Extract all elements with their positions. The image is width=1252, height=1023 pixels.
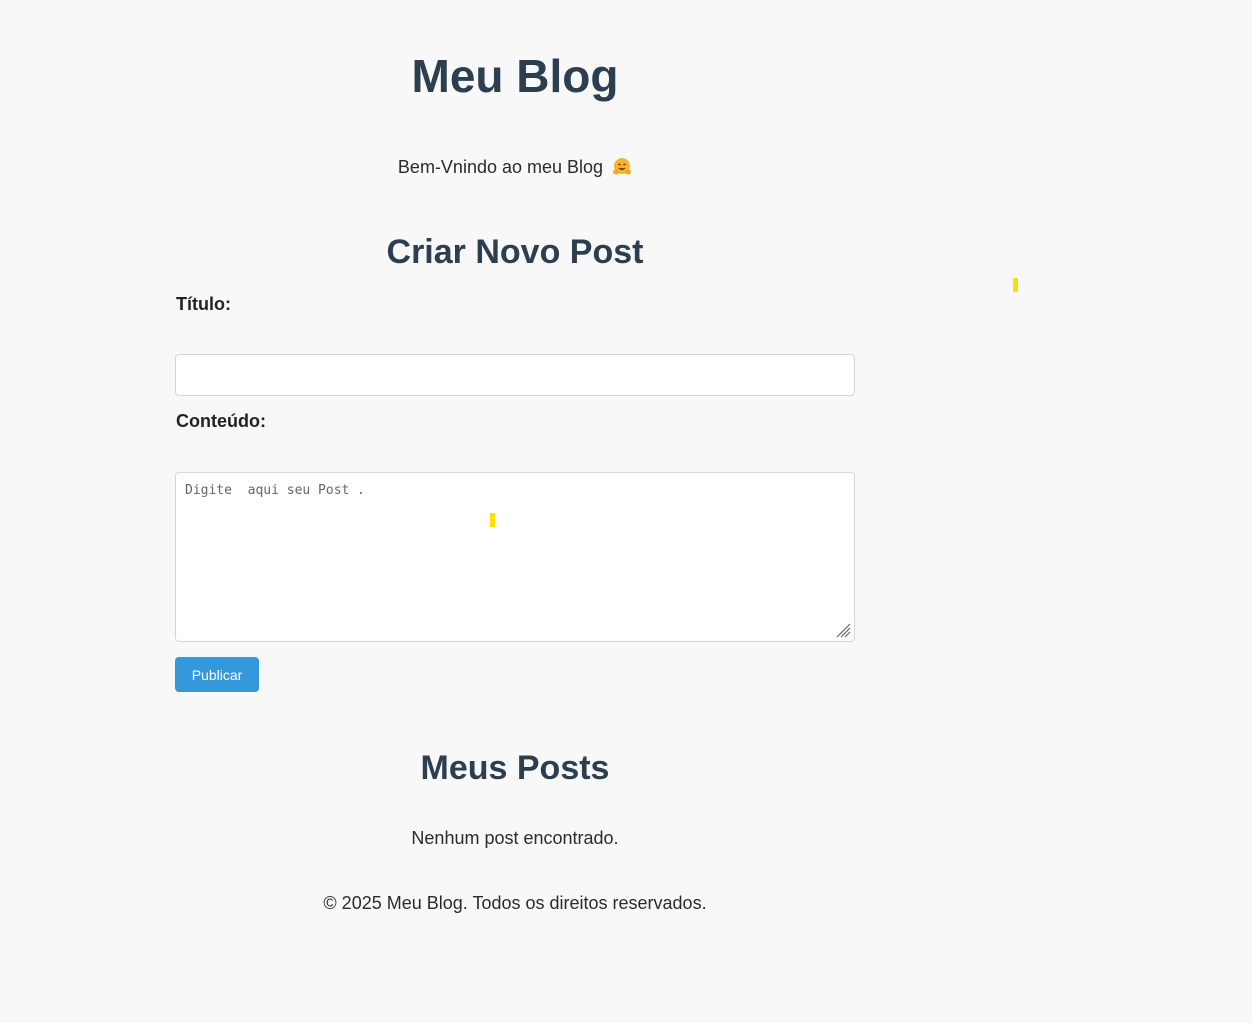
resize-grip-icon[interactable]	[835, 622, 851, 638]
hugging-face-icon	[612, 158, 632, 176]
content-textarea[interactable]	[175, 472, 855, 642]
my-posts-heading: Meus Posts	[420, 749, 610, 787]
content-label: Conteúdo:	[176, 411, 266, 431]
welcome-message: Bem-Vnindo ao meu Blog	[175, 156, 855, 178]
site-title: Meu Blog	[411, 50, 619, 102]
text-cursor-highlight-mark	[490, 513, 495, 527]
publish-button[interactable]: Publicar	[175, 657, 259, 692]
create-post-heading: Criar Novo Post	[386, 233, 644, 271]
title-input[interactable]	[175, 354, 855, 396]
footer-text: © 2025 Meu Blog. Todos os direitos reser…	[323, 893, 707, 913]
title-label: Título:	[176, 294, 231, 314]
welcome-text: Bem-Vnindo ao meu Blog	[397, 157, 604, 177]
cursor-highlight-mark	[1013, 278, 1018, 292]
empty-posts-message: Nenhum post encontrado.	[411, 828, 619, 848]
